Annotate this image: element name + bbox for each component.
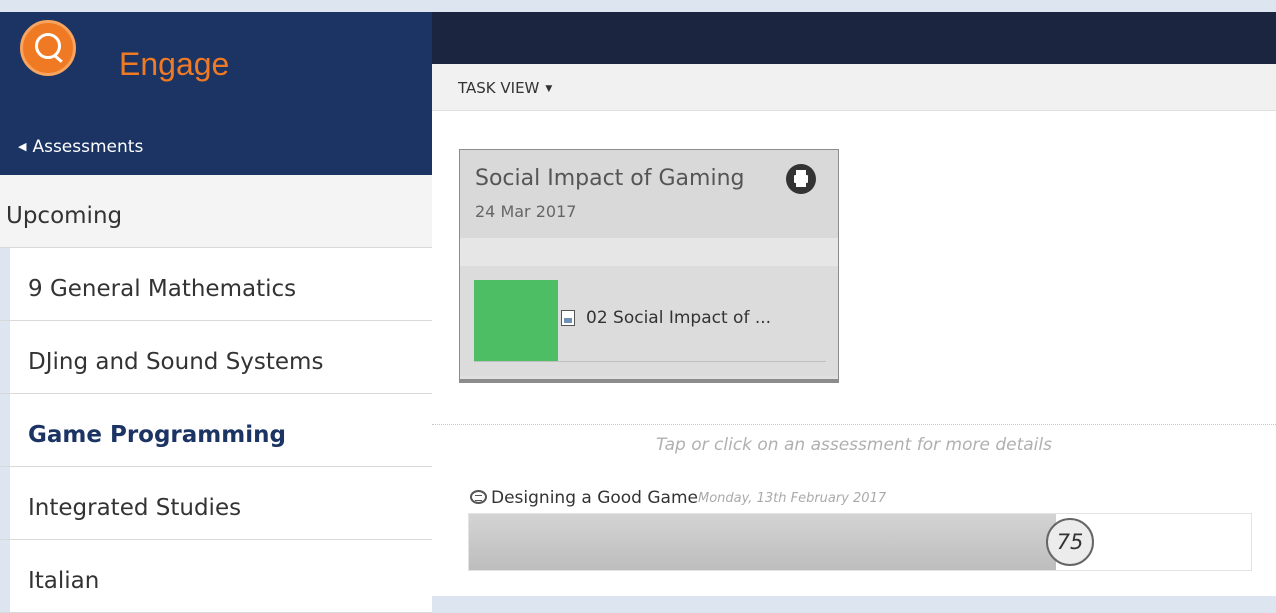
brand-header: Engage ◀ Assessments — [0, 12, 432, 175]
top-bar — [432, 12, 1276, 64]
card-item-label[interactable]: 02 Social Impact of ... — [586, 308, 771, 328]
back-to-assessments-link[interactable]: ◀ Assessments — [18, 137, 143, 157]
task-view-dropdown[interactable]: TASK VIEW ▼ — [458, 79, 552, 97]
card-date: 24 Mar 2017 — [475, 202, 577, 221]
task-view-label: TASK VIEW — [458, 79, 540, 97]
nav-item-integrated-studies[interactable]: Integrated Studies — [0, 467, 432, 540]
assessment-date: Monday, 13th February 2017 — [698, 491, 887, 506]
comment-icon — [470, 490, 487, 504]
sidebar: Engage ◀ Assessments Upcoming 9 General M… — [0, 0, 432, 613]
triangle-left-icon: ◀ — [18, 140, 27, 153]
subject-nav: Upcoming 9 General Mathematics DJing and… — [0, 175, 432, 613]
nav-item-game-programming[interactable]: Game Programming — [0, 394, 432, 467]
hint-text: Tap or click on an assessment for more d… — [656, 435, 1052, 455]
assessment-title[interactable]: Designing a Good Game — [491, 488, 698, 508]
score-bar: 75 — [468, 513, 1252, 571]
brand-name: Engage — [119, 46, 230, 82]
card-spacer — [460, 238, 838, 266]
card-header: Social Impact of Gaming 24 Mar 2017 — [460, 150, 838, 238]
printer-icon[interactable] — [786, 164, 816, 194]
main-content: TASK VIEW ▼ Social Impact of Gaming 24 Ma… — [432, 64, 1276, 596]
nav-item-djing-sound-systems[interactable]: DJing and Sound Systems — [0, 321, 432, 394]
card-body: 02 Social Impact of ... — [460, 266, 838, 376]
nav-item-general-mathematics[interactable]: 9 General Mathematics — [0, 248, 432, 321]
toolbar: TASK VIEW ▼ — [432, 64, 1276, 111]
q-logo-icon — [20, 20, 76, 76]
card-divider — [474, 361, 826, 362]
status-color-block[interactable] — [474, 280, 558, 362]
score-badge[interactable]: 75 — [1046, 518, 1094, 566]
section-divider — [432, 424, 1276, 425]
assessment-card[interactable]: Social Impact of Gaming 24 Mar 2017 02 S… — [459, 149, 839, 383]
back-link-label: Assessments — [32, 137, 144, 157]
nav-header-upcoming[interactable]: Upcoming — [0, 175, 432, 248]
document-icon — [561, 310, 575, 326]
nav-item-italian[interactable]: Italian — [0, 540, 432, 613]
caret-down-icon: ▼ — [545, 84, 553, 94]
card-title: Social Impact of Gaming — [475, 166, 745, 191]
score-bar-fill — [469, 514, 1056, 570]
